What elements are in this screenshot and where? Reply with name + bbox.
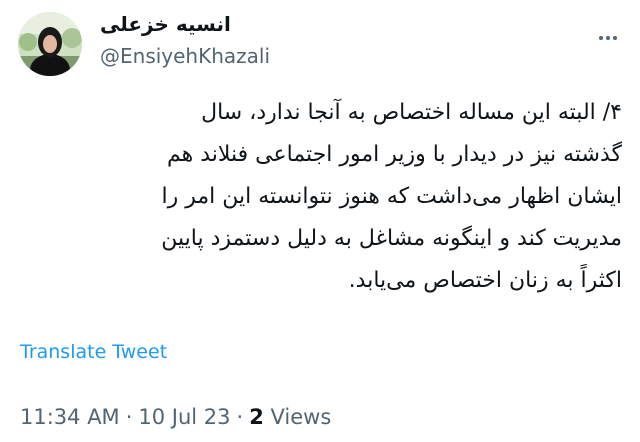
tweet-time[interactable]: 11:34 AM [20,405,120,429]
ellipsis-icon [599,36,617,40]
tweet-text: ۴/ البته این مساله اختصاص به آنجا ندارد،… [161,100,622,293]
tweet-metadata: 11:34 AM · 10 Jul 23 · 2 Views [20,402,331,432]
more-options-button[interactable] [596,26,620,50]
views-count: 2 [249,405,264,429]
meta-separator: · [125,405,133,429]
user-info: انسیه خزعلی @EnsiyehKhazali [100,10,520,70]
tweet-date[interactable]: 10 Jul 23 [138,405,230,429]
display-name[interactable]: انسیه خزعلی [100,10,231,38]
meta-separator: · [236,405,244,429]
translate-tweet-link[interactable]: Translate Tweet [20,338,167,366]
views-label: Views [270,405,332,429]
profile-photo-icon [18,12,82,76]
user-handle[interactable]: @EnsiyehKhazali [100,42,520,70]
avatar[interactable] [18,12,82,76]
tweet-card: انسیه خزعلی @EnsiyehKhazali ۴/ البته این… [0,0,640,442]
